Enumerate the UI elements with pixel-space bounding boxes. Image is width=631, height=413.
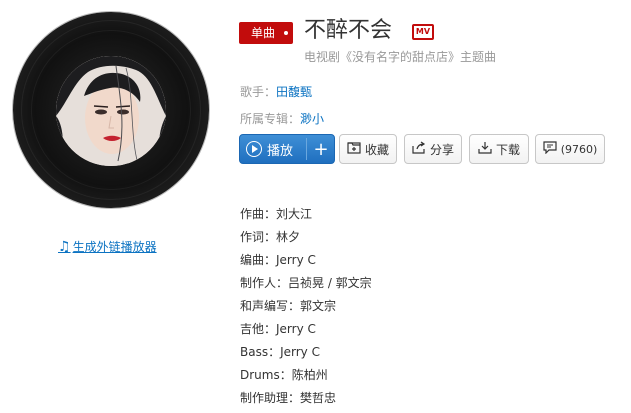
credit-line: 制作助理：樊哲忠 — [240, 391, 337, 405]
song-subtitle: 电视剧《没有名字的甜点店》主题曲 — [304, 50, 497, 64]
album-link[interactable]: 渺小 — [300, 112, 324, 126]
album-cover-vinyl — [13, 12, 209, 208]
single-badge-label: 单曲 — [251, 26, 276, 40]
mv-icon[interactable]: MV — [412, 24, 434, 40]
badge-dot-icon — [284, 31, 288, 35]
singer-row: 歌手：田馥甄 — [240, 83, 312, 100]
share-icon — [412, 141, 426, 158]
credit-line: Bass：Jerry C — [240, 345, 320, 359]
credit-line: 制作人：吕祯晃 / 郭文宗 — [240, 276, 372, 290]
collect-label: 收藏 — [364, 142, 389, 157]
credit-line: 编曲：Jerry C — [240, 253, 316, 267]
play-button-group: 播放 + — [239, 134, 335, 164]
credit-line: Drums：陈柏州 — [240, 368, 328, 382]
play-button[interactable]: 播放 — [240, 135, 306, 163]
add-to-playlist-button[interactable]: + — [307, 135, 334, 163]
credit-line: 作曲：刘大江 — [240, 207, 313, 221]
play-circle-icon — [246, 141, 262, 157]
share-button[interactable]: 分享 — [404, 134, 462, 164]
download-button[interactable]: 下载 — [469, 134, 529, 164]
singer-link[interactable]: 田馥甄 — [276, 85, 312, 99]
collect-button[interactable]: 收藏 — [339, 134, 397, 164]
folder-plus-icon — [347, 141, 361, 158]
song-title: 不醉不会 — [304, 18, 393, 43]
generate-external-player-link[interactable]: ♫ 生成外链播放器 — [58, 238, 157, 255]
download-label: 下载 — [495, 142, 520, 157]
album-art-portrait — [56, 56, 166, 166]
credit-line: 吉他：Jerry C — [240, 322, 316, 336]
music-note-icon: ♫ — [58, 238, 71, 255]
share-label: 分享 — [429, 142, 454, 157]
credits-list: 作曲：刘大江 作词：林夕 编曲：Jerry C 制作人：吕祯晃 / 郭文宗 和声… — [240, 206, 372, 413]
plus-icon: + — [313, 138, 329, 160]
comment-icon — [543, 140, 557, 158]
credit-line: 和声编写：郭文宗 — [240, 299, 337, 313]
credit-line: 作词：林夕 — [240, 230, 301, 244]
singer-label: 歌手： — [240, 85, 277, 99]
comments-button[interactable]: (9760) — [535, 134, 605, 164]
comments-count: (9760) — [560, 142, 598, 156]
portrait-illustration — [56, 56, 166, 166]
external-player-label: 生成外链播放器 — [72, 240, 157, 254]
album-label: 所属专辑： — [240, 112, 301, 126]
download-icon — [478, 141, 492, 158]
single-badge: 单曲 — [239, 22, 293, 44]
play-label: 播放 — [267, 143, 294, 159]
album-row: 所属专辑：渺小 — [240, 110, 324, 127]
